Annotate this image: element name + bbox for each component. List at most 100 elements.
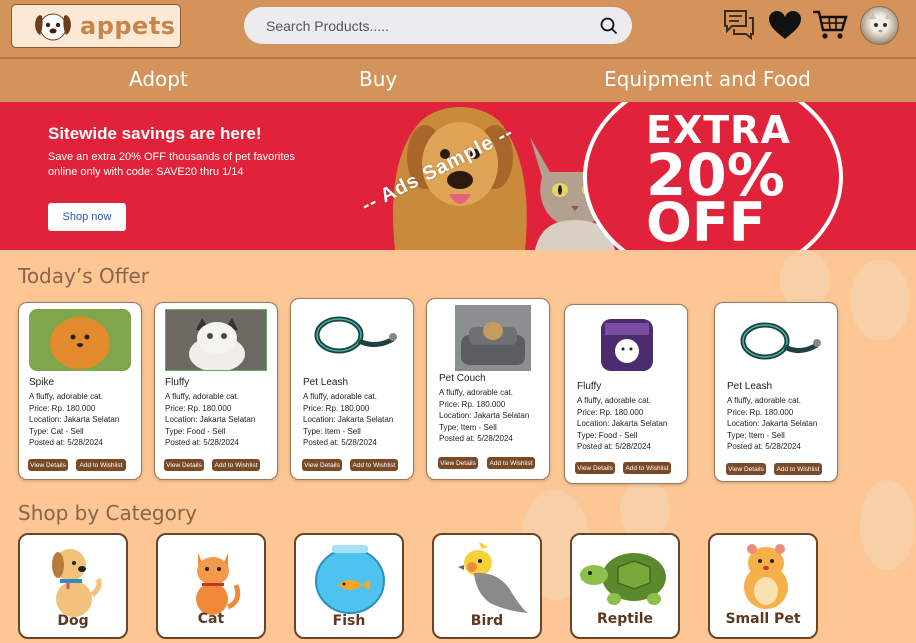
offer-card[interactable]: Fluffy A fluffy, adorable cat. Price: Rp… [564, 304, 688, 484]
category-dog[interactable]: Dog [18, 533, 128, 639]
add-to-wishlist-button[interactable]: Add to Wishlist [774, 463, 822, 475]
item-type: Type: Item - Sell [439, 422, 497, 432]
promo-banner[interactable]: Sitewide savings are here! Save an extra… [0, 102, 916, 250]
banner-off: OFF [646, 191, 766, 251]
item-info: A fluffy, adorable cat. Price: Rp. 180.0… [303, 391, 393, 449]
shop-by-category-title: Shop by Category [18, 501, 197, 525]
add-to-wishlist-button[interactable]: Add to Wishlist [212, 459, 260, 471]
item-location: Location: Jakarta Selatan [439, 411, 530, 421]
shop-now-button[interactable]: Shop now [48, 203, 126, 231]
item-name: Fluffy [165, 377, 190, 388]
item-desc: A fluffy, adorable cat. [577, 396, 651, 405]
category-label: Small Pet [725, 611, 801, 627]
item-desc: A fluffy, adorable cat. [439, 388, 513, 397]
nav-adopt[interactable]: Adopt [129, 67, 188, 91]
dog-logo-icon [35, 13, 71, 41]
add-to-wishlist-button[interactable]: Add to Wishlist [487, 457, 535, 469]
banner-headline: Sitewide savings are here! [48, 124, 262, 143]
cart-icon[interactable] [812, 8, 848, 42]
item-name: Pet Leash [303, 377, 349, 388]
kitten-image [165, 309, 267, 371]
item-info: A fluffy, adorable cat. Price: Rp. 180.0… [727, 395, 817, 453]
item-posted: Posted at: 5/28/2024 [727, 442, 801, 452]
item-desc: A fluffy, adorable cat. [29, 392, 103, 401]
item-type: Type: Cat - Sell [29, 426, 84, 436]
category-label: Bird [470, 613, 504, 629]
item-type: Type: Food - Sell [165, 426, 226, 436]
item-posted: Posted at: 5/28/2024 [165, 438, 239, 448]
item-name: Pet Leash [727, 381, 773, 392]
add-to-wishlist-button[interactable]: Add to Wishlist [623, 462, 671, 474]
item-name: Fluffy [577, 381, 602, 392]
item-location: Location: Jakarta Selatan [303, 415, 394, 425]
category-label: Cat [197, 611, 225, 627]
item-posted: Posted at: 5/28/2024 [439, 434, 513, 444]
offer-card[interactable]: Fluffy A fluffy, adorable cat. Price: Rp… [154, 302, 278, 480]
fishbowl-icon [315, 545, 385, 614]
pet-couch-image [455, 305, 531, 371]
item-price: Price: Rp. 180.000 [577, 407, 644, 417]
offer-card[interactable]: Pet Couch A fluffy, adorable cat. Price:… [426, 298, 550, 480]
pomeranian-image [29, 309, 131, 371]
chat-icon[interactable] [722, 8, 756, 42]
leash-image [301, 305, 403, 367]
item-type: Type: Food - Sell [577, 430, 638, 440]
category-label: Fish [332, 613, 366, 629]
nav-equipment-food[interactable]: Equipment and Food [604, 67, 811, 91]
view-details-button[interactable]: View Details [726, 463, 766, 475]
add-to-wishlist-button[interactable]: Add to Wishlist [76, 459, 126, 471]
hamster-icon [744, 544, 788, 609]
view-details-button[interactable]: View Details [164, 459, 204, 471]
item-info: A fluffy, adorable cat. Price: Rp. 180.0… [577, 395, 667, 453]
bird-icon [458, 543, 528, 613]
category-reptile[interactable]: Reptile [570, 533, 680, 639]
view-details-button[interactable]: View Details [302, 459, 342, 471]
banner-subtext: Save an extra 20% OFF thousands of pet f… [48, 151, 296, 178]
view-details-button[interactable]: View Details [438, 457, 478, 469]
leash-image [725, 309, 827, 371]
nav-buy[interactable]: Buy [359, 67, 397, 91]
avatar[interactable] [860, 6, 899, 45]
category-cat[interactable]: Cat [156, 533, 266, 639]
item-location: Location: Jakarta Selatan [165, 415, 256, 425]
paw-decoration [620, 480, 670, 540]
paw-decoration [860, 480, 915, 570]
todays-offer-title: Today’s Offer [18, 264, 150, 288]
item-info: A fluffy, adorable cat. Price: Rp. 180.0… [165, 391, 255, 449]
view-details-button[interactable]: View Details [28, 459, 68, 471]
search-input[interactable] [266, 17, 600, 34]
item-location: Location: Jakarta Selatan [29, 415, 120, 425]
item-type: Type: Item - Sell [303, 426, 361, 436]
paw-decoration [780, 250, 830, 310]
category-bird[interactable]: Bird [432, 533, 542, 639]
dog-icon [52, 549, 102, 617]
add-to-wishlist-button[interactable]: Add to Wishlist [350, 459, 398, 471]
category-fish[interactable]: Fish [294, 533, 404, 639]
item-price: Price: Rp. 180.000 [303, 403, 370, 413]
offer-card[interactable]: Pet Leash A fluffy, adorable cat. Price:… [290, 298, 414, 480]
item-desc: A fluffy, adorable cat. [165, 392, 239, 401]
heart-icon[interactable] [767, 8, 803, 42]
turtle-icon [580, 553, 666, 605]
search-icon[interactable] [600, 17, 618, 35]
offer-card[interactable]: Spike A fluffy, adorable cat. Price: Rp.… [18, 302, 142, 480]
view-details-button[interactable]: View Details [575, 462, 615, 474]
main-nav: Adopt Buy Equipment and Food [0, 57, 916, 102]
search-bar[interactable] [244, 7, 632, 44]
category-small-pet[interactable]: Small Pet [708, 533, 818, 639]
item-info: A fluffy, adorable cat. Price: Rp. 180.0… [439, 387, 529, 445]
item-price: Price: Rp. 180.000 [439, 399, 506, 409]
item-posted: Posted at: 5/28/2024 [303, 438, 377, 448]
offer-card[interactable]: Pet Leash A fluffy, adorable cat. Price:… [714, 302, 838, 482]
item-type: Type: Item - Sell [727, 430, 785, 440]
item-posted: Posted at: 5/28/2024 [577, 442, 651, 452]
logo[interactable]: appets [11, 4, 181, 48]
logo-text: appets [80, 12, 176, 40]
category-label: Dog [57, 613, 89, 629]
item-name: Pet Couch [439, 373, 486, 384]
item-price: Price: Rp. 180.000 [29, 403, 96, 413]
cesar-food-image [597, 311, 657, 377]
paw-decoration [850, 260, 910, 340]
item-location: Location: Jakarta Selatan [727, 419, 818, 429]
item-price: Price: Rp. 180.000 [727, 407, 794, 417]
